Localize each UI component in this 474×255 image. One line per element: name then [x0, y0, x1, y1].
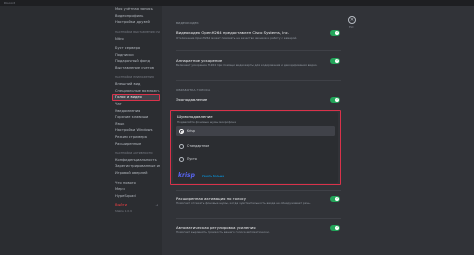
nav-item-label: Настройки друзей [115, 20, 150, 25]
adv-activation-desc: Помогает отсекать фоновые шумы, когда чу… [176, 201, 311, 205]
nav-item-label: Подписки [115, 52, 134, 57]
nav-item-label: НАСТРОЙКИ ПРИЛОЖЕНИЯ [115, 76, 154, 80]
nav-item-label: Видеопрофиль [115, 13, 144, 18]
radio-icon [179, 156, 184, 162]
nav-item[interactable]: Внешний вид [112, 81, 160, 88]
check-icon: ✓ [336, 97, 339, 101]
nav-item[interactable]: Видеопрофиль [112, 13, 160, 20]
nav-item-label: Stable 1.0.9 [115, 210, 132, 214]
nav-item-label: Подарочный фонд [115, 59, 150, 64]
noise-suppression-panel: Шумоподавление Подавляйте фоновые шумы м… [173, 112, 338, 183]
nav-item[interactable]: Настройки друзей [112, 19, 160, 26]
option-label: Стандартное [187, 144, 210, 148]
nav-item-label: Внешний вид [115, 82, 141, 87]
openh264-title: Видеокодек OpenH264 предоставлен Cisco S… [176, 30, 290, 35]
video-codec-header: ВИДЕОКОДЕК [176, 21, 199, 25]
nav-item[interactable]: Моя учётная запись [112, 6, 160, 13]
option-label: Пусто [187, 157, 197, 161]
nav-item[interactable]: Конфиденциальность [112, 156, 160, 163]
divider [176, 218, 341, 219]
nav-item[interactable]: Выставление счетов [112, 65, 160, 72]
esc-hint: ESC [349, 26, 354, 29]
echo-cancel-title: Эхоподавление [176, 97, 208, 102]
nav-item-label: Голос и видео [115, 95, 142, 100]
nav-item-label: Выйти [115, 203, 128, 208]
nav-item-label: Выставление счетов [115, 66, 154, 71]
radio-icon [179, 143, 184, 149]
noise-suppression-desc: Подавляйте фоновые шумы микрофона [177, 119, 236, 124]
divider [176, 190, 341, 191]
nav-item-label: HypeSquad [115, 193, 136, 198]
close-button[interactable]: ✕ [348, 16, 356, 24]
nav-item[interactable]: Голос и видео [112, 94, 160, 101]
openh264-desc: Отключение OpenH264 может повлиять на ка… [176, 36, 298, 40]
nav-item-label: Что нового [115, 180, 136, 185]
nav-item[interactable]: Выйти ⇥ [112, 202, 160, 209]
hw-accel-toggle[interactable]: ✓ [330, 58, 340, 64]
noise-option-krisp[interactable]: Krisp [176, 126, 335, 136]
nav-item[interactable]: Язык [112, 121, 160, 128]
nav-section-header: НАСТРОЙКИ ПРИЛОЖЕНИЯ [112, 74, 160, 81]
noise-option-none[interactable]: Пусто [176, 154, 335, 164]
auto-gain-toggle[interactable]: ✓ [330, 225, 340, 231]
nav-section-header: НАСТРОЙКИ АКТИВНОСТИ [112, 150, 160, 157]
nav-item[interactable]: Что нового [112, 179, 160, 186]
nav-item-label: Конфиденциальность [115, 157, 157, 162]
krisp-logo: krisp [178, 172, 195, 179]
logout-icon: ⇥ [155, 203, 158, 208]
check-icon: ✓ [336, 196, 339, 200]
nav-item-label: Мерч [115, 187, 125, 192]
divider [176, 50, 341, 51]
nav-item-label: Специальные возможн. [115, 88, 160, 93]
nav-item[interactable]: Игровой оверлей [112, 170, 160, 177]
nav-item-label: Расширенные [115, 141, 142, 146]
check-icon: ✓ [336, 225, 339, 229]
echo-cancel-toggle[interactable]: ✓ [330, 97, 340, 103]
nav-item[interactable]: Зарегистрированные игры [112, 163, 160, 170]
adv-activation-toggle[interactable]: ✓ [330, 196, 340, 202]
hw-accel-desc: Включает ускорение H.264 при помощи виде… [176, 63, 318, 67]
learn-more-link[interactable]: Узнать больше [202, 174, 224, 178]
nav-item-label: Nitro [115, 36, 124, 41]
nav-item-label: Буст сервера [115, 46, 141, 51]
nav-item[interactable]: Чат [112, 101, 160, 108]
nav-item[interactable]: Уведомления [112, 107, 160, 114]
divider [176, 80, 341, 81]
nav-item-label: Режим стримера [115, 134, 147, 139]
nav-item[interactable]: Горячие клавиши [112, 114, 160, 121]
option-label: Krisp [187, 129, 195, 133]
nav-item[interactable]: Nitro [112, 35, 160, 42]
noise-suppression-title: Шумоподавление [177, 114, 213, 119]
nav-item-label: Уведомления [115, 108, 141, 113]
nav-item[interactable]: HypeSquad [112, 192, 160, 199]
nav-item[interactable]: Мерч [112, 186, 160, 193]
nav-item-label: Моя учётная запись [115, 7, 153, 12]
openh264-toggle[interactable]: ✓ [330, 30, 340, 36]
nav-item-label: Чат [115, 102, 122, 107]
nav-section-header: НАСТРОЙКИ ВЫСТАВЛЕНИЯ СЧЕТОВ [112, 29, 160, 36]
nav-item-label: Язык [115, 121, 125, 126]
nav-item[interactable]: Буст сервера [112, 45, 160, 52]
settings-nav: Моя учётная запись Видеопрофиль Настройки … [112, 6, 160, 215]
voice-processing-header: ОБРАБОТКА ГОЛОСА [176, 88, 211, 92]
check-icon: ✓ [336, 58, 339, 62]
nav-item-label: Настройки Windows [115, 128, 153, 133]
nav-item[interactable]: Подарочный фонд [112, 58, 160, 65]
nav-item[interactable]: Расширенные [112, 140, 160, 147]
nav-item[interactable]: Режим стримера [112, 134, 160, 141]
nav-item-label: Горячие клавиши [115, 115, 149, 120]
check-icon: ✓ [336, 30, 339, 34]
nav-item[interactable]: Подписки [112, 52, 160, 59]
nav-item-label: НАСТРОЙКИ АКТИВНОСТИ [115, 151, 153, 155]
radio-icon [179, 128, 184, 134]
nav-item[interactable]: Настройки Windows [112, 127, 160, 134]
noise-option-standard[interactable]: Стандартное [176, 141, 335, 151]
nav-item-label: Игровой оверлей [115, 170, 148, 175]
auto-gain-desc: Помогает выровнять громкость вашего голо… [176, 230, 270, 234]
nav-section-header: Stable 1.0.9 [112, 209, 160, 216]
nav-item-label: НАСТРОЙКИ ВЫСТАВЛЕНИЯ СЧЕТОВ [115, 30, 160, 34]
nav-item[interactable]: Специальные возможн. [112, 88, 160, 95]
nav-item-label: Зарегистрированные игры [115, 164, 160, 169]
